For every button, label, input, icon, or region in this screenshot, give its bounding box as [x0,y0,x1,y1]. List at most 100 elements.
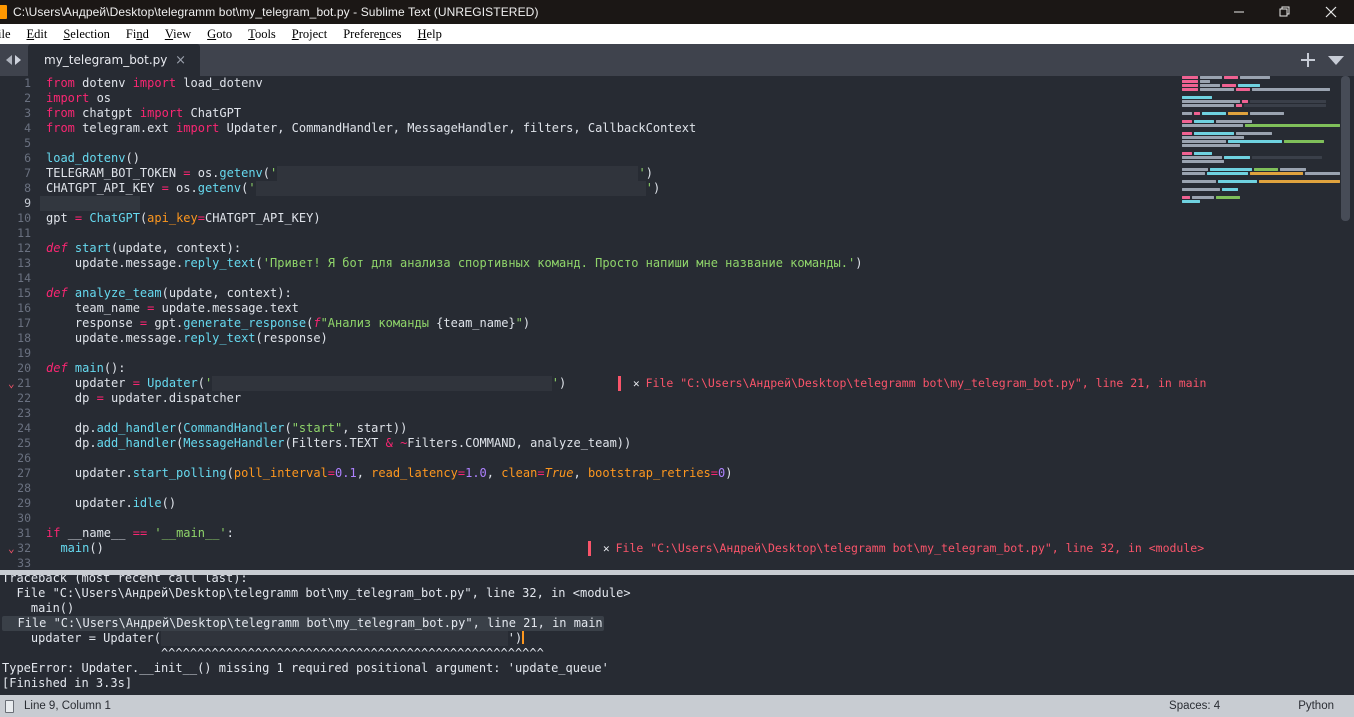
console-text: ') [507,631,523,645]
code-token: ' [270,166,278,180]
new-tab-icon[interactable] [1300,52,1316,68]
code-line[interactable]: TELEGRAM_BOT_TOKEN = os.getenv(' ') [40,166,1354,181]
code-token: telegram.ext [82,121,177,135]
code-line[interactable]: updater.idle() [40,496,1354,511]
build-output-console[interactable]: Traceback (most recent call last): File … [0,575,1354,695]
menu-item-view[interactable]: View [157,24,199,44]
menu-item-find[interactable]: Find [118,24,157,44]
code-line[interactable]: def main(): [40,361,1354,376]
code-token: reply_text [183,256,256,270]
code-token: " [515,316,523,330]
code-token [255,181,646,196]
code-line[interactable] [40,136,1354,151]
code-line[interactable]: team_name = update.message.text [40,301,1354,316]
code-content[interactable]: from dotenv import load_dotenv import os f… [8,76,1354,570]
menu-item-tools[interactable]: Tools [240,24,284,44]
menu-item-help[interactable]: Help [410,24,450,44]
code-token: TELEGRAM_BOT_TOKEN [46,166,184,180]
code-token: = [457,466,466,480]
error-close-icon[interactable]: ✕ [603,542,610,555]
maximize-restore-button[interactable] [1262,0,1308,24]
menu-item-preferences[interactable]: Preferences [335,24,409,44]
menu-item-edit[interactable]: Edit [19,24,56,44]
code-token [212,376,552,391]
menu-item-project[interactable]: Project [284,24,335,44]
code-editor[interactable]: 1 2 3 4 5 6 7 8 9 10 11 12 13 14 15 16 17 18 19 20 21 22 23 24 2… [0,76,1354,570]
code-line[interactable]: CHATGPT_API_KEY = os.getenv(' ') [40,181,1354,196]
code-line[interactable]: from dotenv import load_dotenv [40,76,1354,91]
code-line[interactable] [40,481,1354,496]
code-token: = [96,391,112,405]
code-line[interactable] [40,511,1354,526]
code-line[interactable] [40,271,1354,286]
code-line[interactable] [40,196,1354,211]
inline-error-annotation[interactable]: ✕ File "C:\Users\Андрей\Desktop\telegramm… [588,541,1204,556]
inline-error-annotation[interactable]: ✕ File "C:\Users\Андрей\Desktop\telegramm… [618,376,1206,391]
code-line[interactable]: update.message.reply_text(response) [40,331,1354,346]
code-line[interactable]: import os [40,91,1354,106]
code-token: dp. [46,421,97,435]
minimize-button[interactable] [1216,0,1262,24]
code-token: os. [176,181,198,195]
code-line[interactable]: if __name__ == '__main__': [40,526,1354,541]
text-cursor [522,631,525,644]
code-line[interactable]: load_dotenv() [40,151,1354,166]
code-line[interactable] [40,406,1354,421]
language-mode[interactable]: Python [1298,700,1334,712]
code-line[interactable]: dp.add_handler(MessageHandler(Filters.TE… [40,436,1354,451]
code-line[interactable] [40,346,1354,361]
code-line[interactable]: response = gpt.generate_response(f"Анали… [40,316,1354,331]
code-line[interactable]: main() ⌄ ✕ File "C:\Users\Андрей\Desktop\te… [8,541,1354,556]
chevron-down-icon[interactable] [1328,56,1344,65]
code-line[interactable]: gpt = ChatGPT(api_key=CHATGPT_API_KEY) [40,211,1354,226]
error-close-icon[interactable]: ✕ [633,377,640,390]
tab-close-icon[interactable]: × [175,54,186,67]
tab-scroll-right-icon[interactable] [14,55,21,65]
line-number: 24 [17,421,31,435]
code-line[interactable] [40,226,1354,241]
code-token: True [544,466,574,480]
close-button[interactable] [1308,0,1354,24]
window-controls [1216,0,1354,24]
code-line[interactable]: update.message.reply_text('Привет! Я бот… [40,256,1354,271]
error-wrap-marker-icon: ⌄ [8,377,15,390]
line-number: 5 [24,136,31,150]
inline-error-text: File "C:\Users\Андрей\Desktop\telegramm … [645,376,1207,390]
menu-item-ile[interactable]: ile [0,24,19,44]
code-token: gpt. [154,316,184,330]
code-token: = [139,316,155,330]
code-token: (response) [255,331,328,345]
menu-item-goto[interactable]: Goto [199,24,240,44]
sublime-text-window: C:\Users\Андрей\Desktop\telegramm bot\my… [0,0,1354,717]
tab-my-telegram-bot-py[interactable]: my_telegram_bot.py × [28,44,200,76]
line-number: 14 [17,271,31,285]
code-line[interactable] [40,556,1354,570]
code-line[interactable]: from telegram.ext import Updater, Comman… [40,121,1354,136]
menu-item-selection[interactable]: Selection [55,24,118,44]
tab-scroll-left-icon[interactable] [5,55,12,65]
line-number: 28 [17,481,31,495]
code-line[interactable]: dp.add_handler(CommandHandler("start", s… [40,421,1354,436]
code-token: 'Привет! Я бот для анализа спортивных ко… [262,256,856,270]
code-token: analyze_team [74,286,162,300]
code-token: response [46,316,140,330]
code-line[interactable]: updater = Updater(' ') ⌄ ✕ File "C:\Users\А… [8,376,1354,391]
minimap-viewport-scrollbar[interactable] [1341,76,1350,221]
window-title-bar: C:\Users\Андрей\Desktop\telegramm bot\my… [0,0,1354,24]
code-line[interactable]: def start(update, context): [40,241,1354,256]
indentation-setting[interactable]: Spaces: 4 [1169,700,1220,712]
line-number: 29 [17,496,31,510]
code-line[interactable]: def analyze_team(update, context): [40,286,1354,301]
code-token: ): [226,241,242,255]
code-token: import [132,76,184,90]
code-line[interactable] [40,451,1354,466]
code-token: api_key [147,211,198,225]
console-line: [Finished in 3.3s] [2,676,133,690]
code-line[interactable]: from chatgpt import ChatGPT [40,106,1354,121]
code-token: Filters.COMMAND, analyze_team)) [407,436,632,450]
tab-scroll-arrows[interactable] [0,44,26,76]
code-line[interactable]: dp = updater.dispatcher [40,391,1354,406]
code-token: update, context [168,286,278,300]
sidebar-toggle-icon[interactable] [5,699,14,713]
code-line[interactable]: updater.start_polling(poll_interval=0.1,… [40,466,1354,481]
